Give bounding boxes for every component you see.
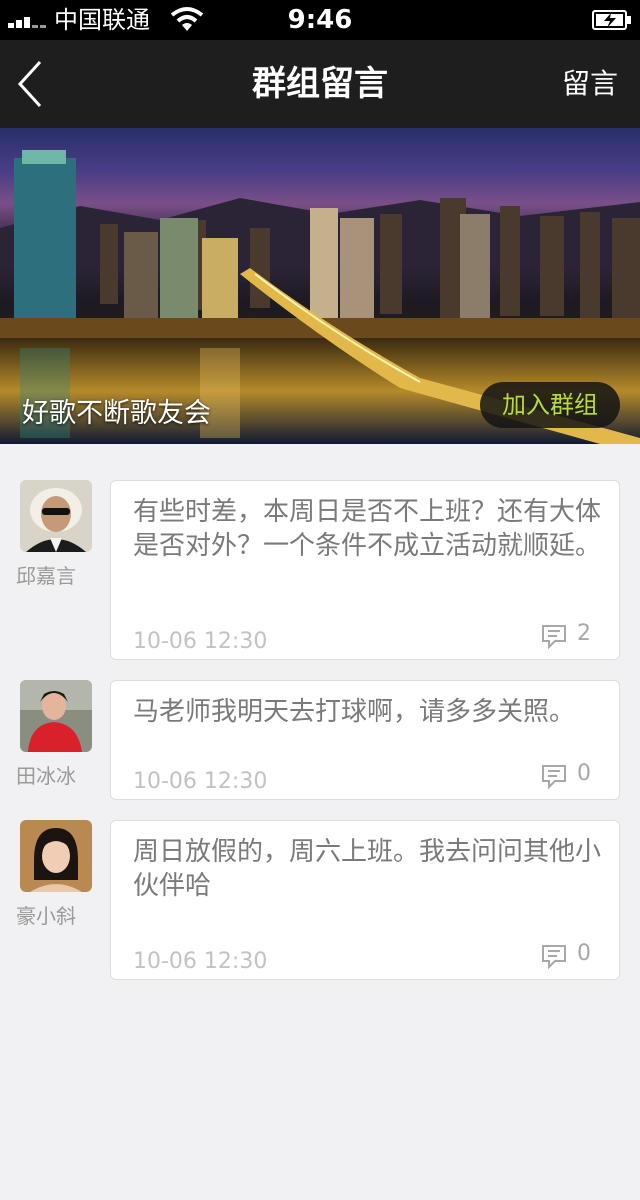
message-content: 马老师我明天去打球啊，请多多关照。	[133, 697, 576, 727]
avatar-image	[20, 480, 92, 552]
author-name: 田冰冰	[16, 764, 76, 788]
avatar[interactable]	[20, 480, 92, 552]
message-card[interactable]: 有些时差，本周日是否不上班？还有大体是否对外？一个条件不成立活动就顺延。 10-…	[110, 480, 620, 660]
post-message-button[interactable]: 留言	[562, 40, 618, 128]
comment-count: 0	[577, 941, 591, 966]
message-content: 周日放假的，周六上班。我去问问其他小伙伴哈	[133, 837, 602, 901]
battery-charging-icon	[592, 10, 631, 30]
avatar[interactable]	[20, 680, 92, 752]
group-name: 好歌不断歌友会	[22, 398, 211, 429]
message-time: 10-06 12:30	[133, 949, 268, 974]
page-title: 群组留言	[252, 64, 388, 104]
avatar-image	[20, 820, 92, 892]
author-name: 豪小斜	[16, 904, 76, 928]
message-time: 10-06 12:30	[133, 629, 268, 654]
message-time: 10-06 12:30	[133, 769, 268, 794]
back-button[interactable]	[10, 56, 54, 112]
comment-count: 0	[577, 761, 591, 786]
group-banner: 好歌不断歌友会 加入群组	[0, 128, 640, 444]
join-group-button[interactable]: 加入群组	[480, 382, 620, 428]
status-bar: 中国联通 9:46	[0, 0, 640, 40]
avatar-image	[20, 680, 92, 752]
comment-icon[interactable]	[541, 623, 567, 649]
chevron-left-icon	[17, 60, 42, 108]
nav-bar: 群组留言 留言	[0, 40, 640, 128]
author-name: 邱嘉言	[16, 564, 76, 588]
avatar[interactable]	[20, 820, 92, 892]
status-time: 9:46	[287, 5, 353, 35]
comment-count: 2	[577, 621, 591, 646]
message-card[interactable]: 马老师我明天去打球啊，请多多关照。 10-06 12:30 0	[110, 680, 620, 800]
message-card[interactable]: 周日放假的，周六上班。我去问问其他小伙伴哈 10-06 12:30 0	[110, 820, 620, 980]
comment-icon[interactable]	[541, 763, 567, 789]
comment-icon[interactable]	[541, 943, 567, 969]
message-content: 有些时差，本周日是否不上班？还有大体是否对外？一个条件不成立活动就顺延。	[133, 497, 602, 561]
